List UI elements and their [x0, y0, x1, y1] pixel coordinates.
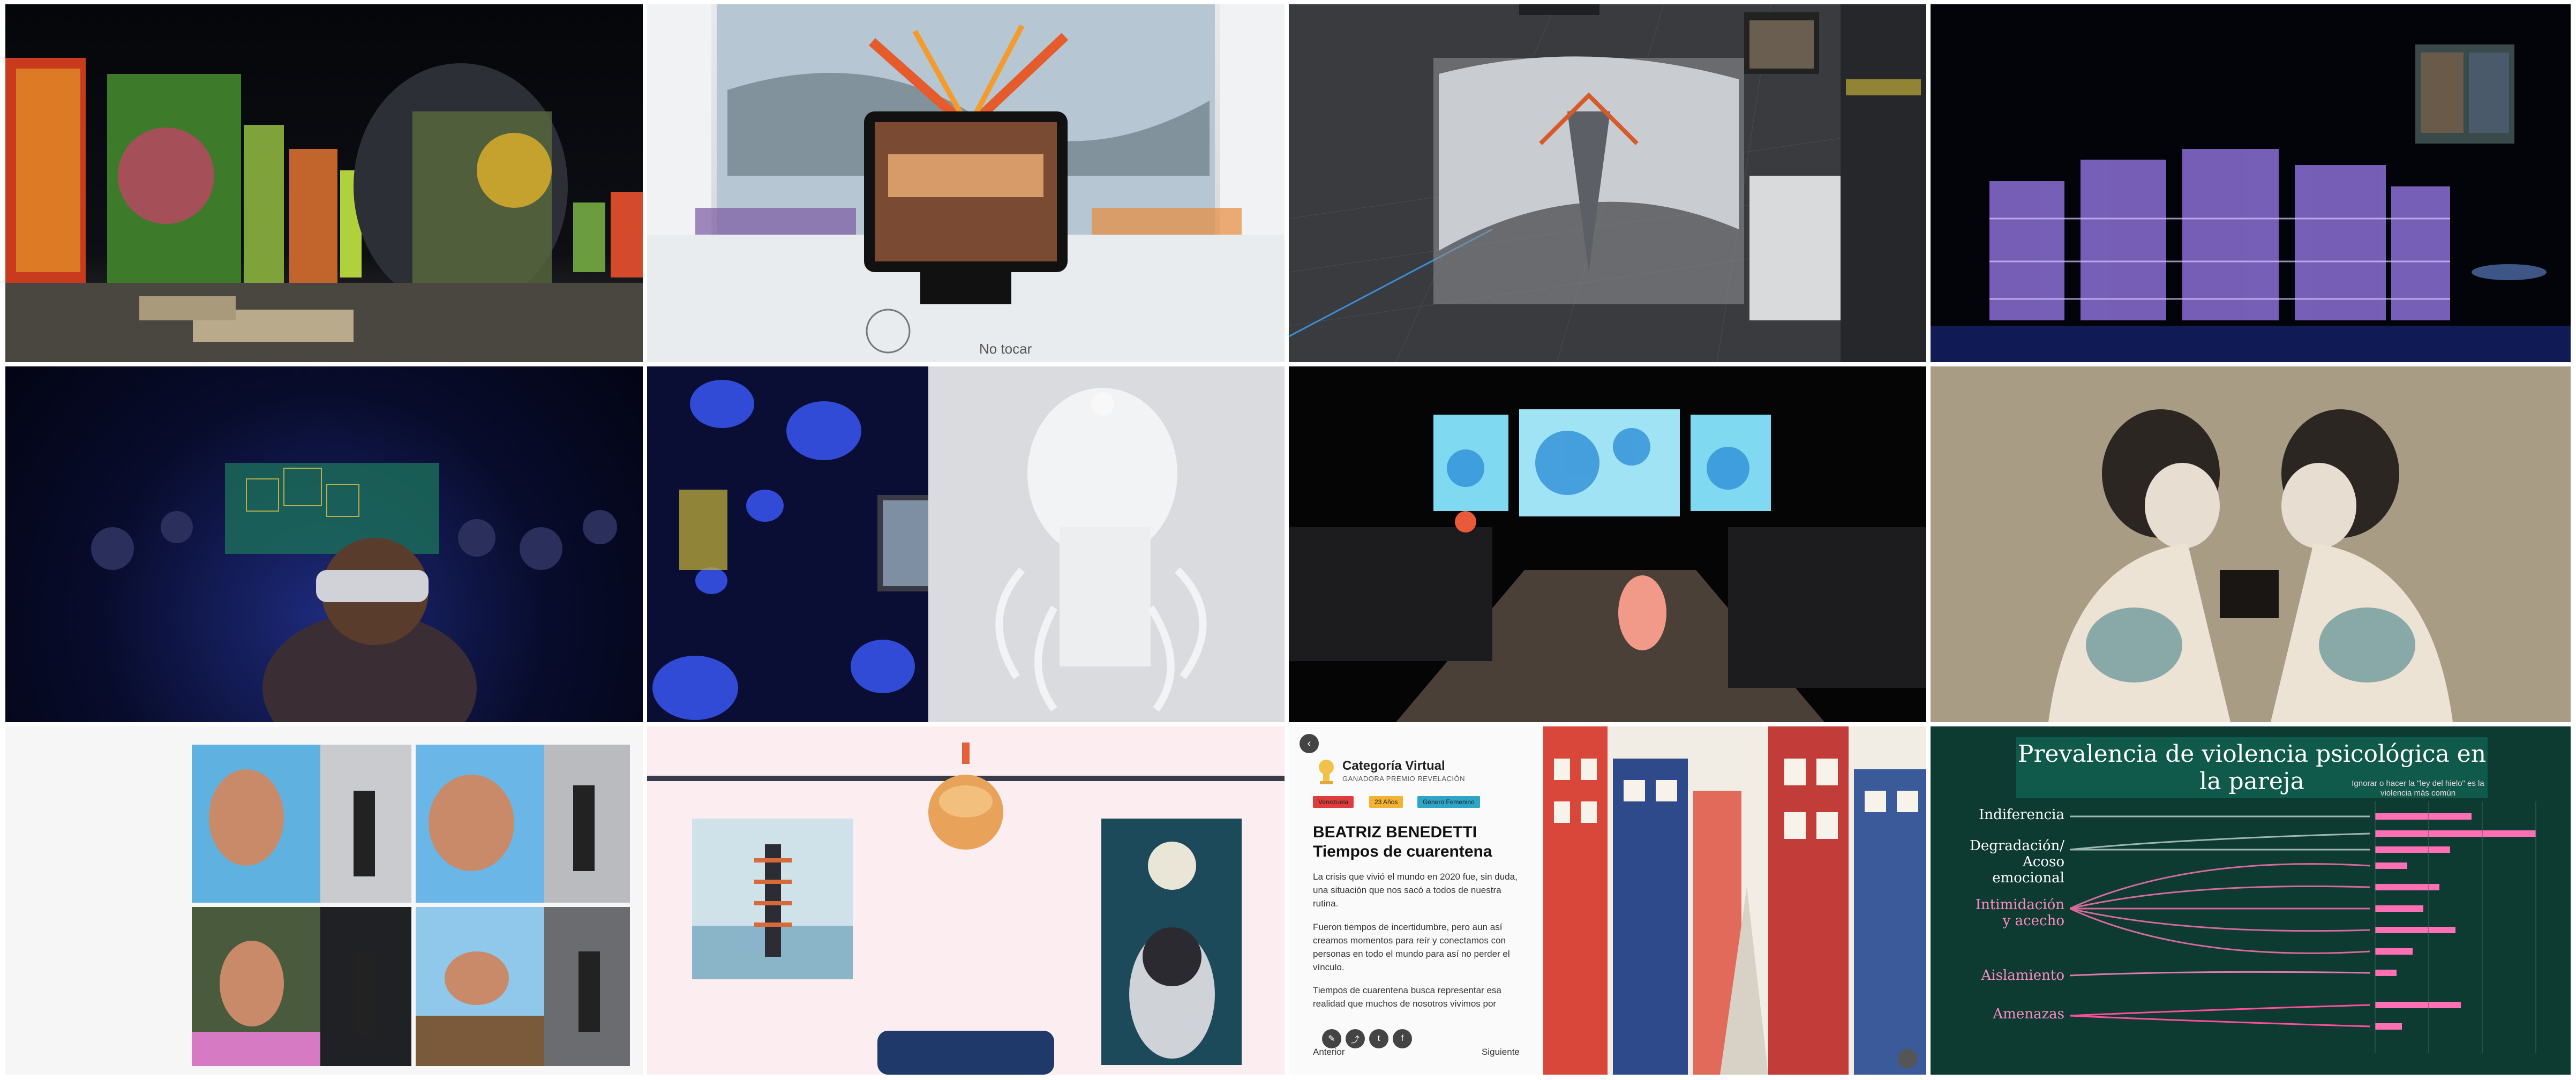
category-intimidacion: Intimidación y acecho	[1975, 897, 2064, 929]
photo-costume-grid	[5, 726, 643, 1075]
jellyfish-illustration	[652, 366, 1285, 722]
flow-line-intimidacion-2	[2070, 885, 2370, 910]
category-aislamiento: Aislamiento	[1981, 968, 2064, 984]
image-collage: No tocar ‹ Categoría Virtual GANADORA PR…	[0, 0, 2576, 1080]
bar-8	[2375, 948, 2413, 955]
stage-illustration	[1931, 44, 2571, 362]
costume-grid-illustration	[192, 745, 630, 1066]
category-amenazas: Amenazas	[1993, 1006, 2064, 1022]
sign-text: No tocar	[979, 341, 1032, 357]
runway-illustration	[1289, 409, 1926, 722]
photo-mirrored-portrait	[1931, 366, 2571, 722]
category-degradacion: Degradación/Acoso emocional	[1970, 838, 2064, 886]
flow-line-aislamiento	[2070, 971, 2370, 977]
artist-info-panel: ‹ Categoría Virtual GANADORA PREMIO REVE…	[1289, 726, 1541, 1075]
infographic-violence: Prevalencia de violencia psicológica en …	[1931, 726, 2571, 1075]
bar-10	[2375, 1002, 2461, 1008]
editor-illustration	[1289, 4, 1926, 362]
bar-5	[2375, 884, 2439, 890]
artist-name-line1: BEATRIZ BENEDETTI	[1313, 823, 1477, 841]
photo-surreal-illustrations	[647, 726, 1285, 1075]
artwork-title: Tiempos de cuarentena	[1313, 843, 1492, 860]
photo-vr-audience	[5, 366, 643, 722]
previous-link[interactable]: Anterior	[1313, 1047, 1345, 1058]
facebook-icon[interactable]: f	[1393, 1029, 1412, 1048]
flow-line-degradacion-1	[2070, 832, 2370, 851]
trophy-icon	[1317, 758, 1336, 784]
tag-age: 23 Años	[1369, 796, 1403, 808]
photo-immersive-exhibition	[5, 4, 643, 362]
description-paragraph-2: Fueron tiempos de incertidumbre, pero au…	[1313, 922, 1510, 972]
category-subtitle: GANADORA PREMIO REVELACIÓN	[1342, 775, 1465, 783]
screenshot-3d-editor	[1289, 4, 1926, 362]
bar-9	[2375, 970, 2397, 976]
flow-line-intimidacion-4	[2070, 908, 2370, 932]
bar-6	[2375, 905, 2423, 912]
artist-name: BEATRIZ BENEDETTI Tiempos de cuarentena	[1313, 823, 1527, 861]
bar-2	[2375, 830, 2536, 837]
category-indiferencia: Indiferencia	[1979, 807, 2064, 823]
flow-line-amenazas-1	[2070, 1004, 2370, 1017]
web-card-artist: ‹ Categoría Virtual GANADORA PREMIO REVE…	[1289, 726, 1926, 1075]
edit-icon[interactable]: ✎	[1322, 1029, 1341, 1048]
bar-1	[2375, 813, 2472, 820]
exhibition-illustration	[5, 58, 643, 362]
surreal-illustration	[647, 742, 1285, 1075]
bar-4	[2375, 862, 2407, 869]
bar-3	[2375, 846, 2450, 853]
back-arrow-icon[interactable]: ‹	[1300, 734, 1319, 753]
comic-city-illustration	[1543, 726, 1926, 1075]
category-title: Categoría Virtual	[1342, 759, 1445, 773]
sculpture-illustration	[647, 4, 1285, 362]
flow-line-amenazas-2	[2070, 1015, 2370, 1028]
share-icon[interactable]: ⤴	[1346, 1029, 1365, 1048]
description-paragraph-3: Tiempos de cuarentena busca representar …	[1313, 985, 1501, 1009]
twitter-icon[interactable]: t	[1369, 1029, 1388, 1048]
tag-gender: Género Femenino	[1417, 796, 1480, 808]
portrait-illustration	[1931, 366, 2571, 722]
tag-country: Venezuela	[1313, 796, 1354, 808]
bar-11	[2375, 1023, 2402, 1030]
photo-sculpture-tablet: No tocar	[647, 4, 1285, 362]
bar-7	[2375, 927, 2455, 933]
description-paragraph-1: La crisis que vivió el mundo en 2020 fue…	[1313, 872, 1518, 909]
photo-runway-show	[1289, 366, 1926, 722]
next-link[interactable]: Siguiente	[1482, 1047, 1520, 1058]
infographic-note: Ignorar o hacer la "ley del hielo" es la…	[2352, 779, 2484, 798]
photo-jellyfish-sculptures	[647, 366, 1285, 722]
photo-stage-sculpture	[1931, 4, 2571, 362]
infographic-flow-chart	[2070, 801, 2536, 1053]
vr-illustration	[91, 463, 617, 722]
